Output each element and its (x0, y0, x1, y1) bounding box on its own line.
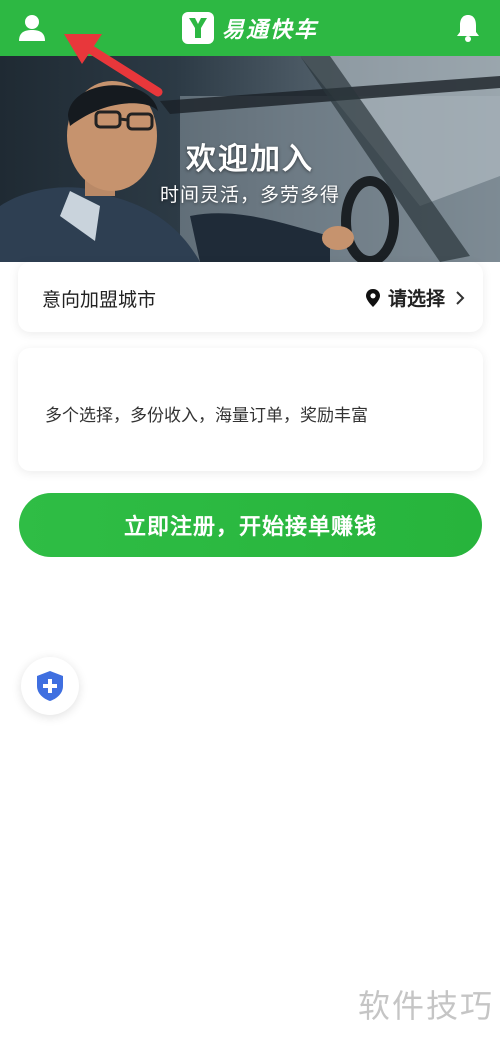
user-button[interactable] (14, 10, 50, 46)
brand: 易通快车 (182, 11, 318, 45)
register-button[interactable]: 立即注册，开始接单赚钱 (19, 493, 482, 557)
city-select-label: 请选择 (387, 288, 445, 310)
brand-logo (182, 12, 214, 44)
benefits-text: 多个选择，多份收入，海量订单，奖励丰富 (45, 406, 368, 426)
hero-subtitle: 时间灵活，多劳多得 (159, 184, 340, 206)
user-icon (19, 15, 45, 41)
page: 易通快车 欢迎加入 时间灵活，多劳多得 意向加盟城市 请选择 多个选择，多份收入… (0, 0, 500, 1039)
hero-title: 欢迎加入 (186, 142, 314, 177)
brand-name: 易通快车 (222, 18, 319, 43)
red-arrow-annotation (64, 34, 163, 97)
city-selector-card[interactable]: 意向加盟城市 请选择 (18, 262, 483, 332)
safety-float-button[interactable] (21, 657, 79, 715)
shield-plus-icon (37, 671, 63, 701)
location-pin-icon (365, 288, 380, 307)
benefits-card: 多个选择，多份收入，海量订单，奖励丰富 (18, 348, 483, 471)
city-label: 意向加盟城市 (42, 289, 157, 311)
watermark: 软件技巧 (357, 987, 494, 1025)
city-select[interactable]: 请选择 (364, 284, 467, 311)
notification-button[interactable] (450, 10, 486, 46)
bell-icon (457, 15, 479, 42)
chevron-right-icon (456, 290, 465, 305)
